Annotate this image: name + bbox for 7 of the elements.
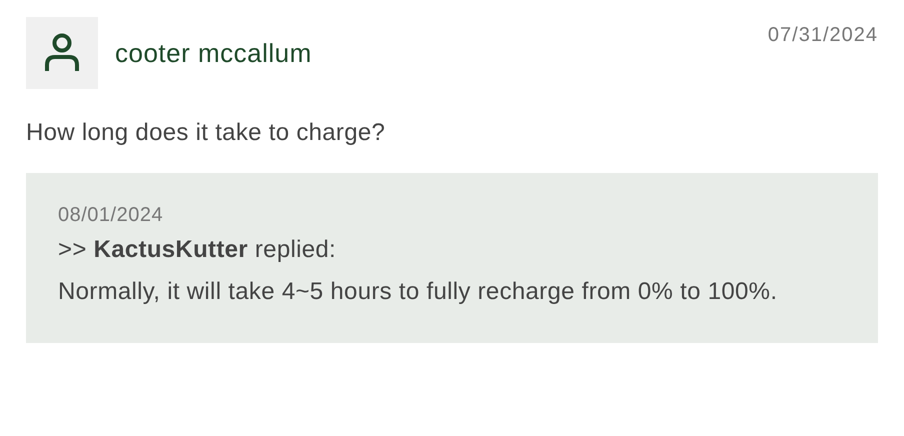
reply-text: Normally, it will take 4~5 hours to fully recharge from 0% to 100%.	[58, 277, 778, 307]
reply-header: >> KactusKutter replied:	[58, 235, 337, 265]
author-name: cooter mccallum	[115, 36, 312, 70]
person-icon	[44, 33, 80, 73]
question-text: How long does it take to charge?	[26, 118, 386, 148]
reply-date: 08/01/2024	[58, 203, 164, 228]
review-date: 07/31/2024	[768, 23, 878, 48]
